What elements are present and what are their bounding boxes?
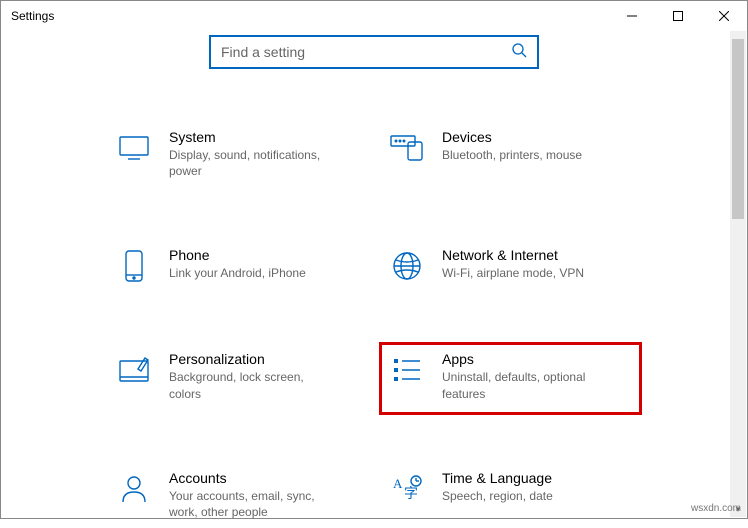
tile-title: Personalization bbox=[169, 351, 339, 367]
phone-icon bbox=[117, 249, 151, 283]
minimize-icon bbox=[627, 11, 637, 21]
tile-desc: Uninstall, defaults, optional features bbox=[442, 369, 612, 401]
tile-title: Network & Internet bbox=[442, 247, 584, 263]
maximize-icon bbox=[673, 11, 683, 21]
tile-title: Accounts bbox=[169, 470, 339, 486]
tile-devices[interactable]: Devices Bluetooth, printers, mouse bbox=[384, 125, 637, 187]
tile-title: Time & Language bbox=[442, 470, 553, 486]
accounts-icon bbox=[117, 472, 151, 506]
minimize-button[interactable] bbox=[609, 1, 655, 31]
tile-network[interactable]: Network & Internet Wi-Fi, airplane mode,… bbox=[384, 243, 637, 291]
settings-grid: System Display, sound, notifications, po… bbox=[111, 125, 637, 528]
tile-title: System bbox=[169, 129, 339, 145]
tile-desc: Bluetooth, printers, mouse bbox=[442, 147, 582, 163]
tile-apps[interactable]: Apps Uninstall, defaults, optional featu… bbox=[384, 347, 637, 409]
tile-desc: Speech, region, date bbox=[442, 488, 553, 504]
tile-system[interactable]: System Display, sound, notifications, po… bbox=[111, 125, 364, 187]
personalization-icon bbox=[117, 353, 151, 387]
watermark: wsxdn.com bbox=[691, 503, 741, 514]
close-button[interactable] bbox=[701, 1, 747, 31]
search-box[interactable] bbox=[209, 35, 539, 69]
scrollbar-thumb[interactable] bbox=[732, 39, 744, 219]
apps-icon bbox=[390, 353, 424, 387]
window-controls bbox=[609, 1, 747, 31]
tile-desc: Link your Android, iPhone bbox=[169, 265, 306, 281]
search-input[interactable] bbox=[221, 44, 511, 60]
svg-text:A: A bbox=[393, 476, 403, 491]
vertical-scrollbar[interactable]: ▾ bbox=[730, 31, 746, 517]
devices-icon bbox=[390, 131, 424, 165]
time-language-icon: A字 bbox=[390, 472, 424, 506]
tile-title: Phone bbox=[169, 247, 306, 263]
tile-personalization[interactable]: Personalization Background, lock screen,… bbox=[111, 347, 364, 409]
tile-desc: Display, sound, notifications, power bbox=[169, 147, 339, 179]
tile-title: Devices bbox=[442, 129, 582, 145]
tile-desc: Wi-Fi, airplane mode, VPN bbox=[442, 265, 584, 281]
tile-phone[interactable]: Phone Link your Android, iPhone bbox=[111, 243, 364, 291]
svg-text:字: 字 bbox=[404, 486, 418, 502]
search-icon[interactable] bbox=[511, 42, 527, 63]
tile-desc: Background, lock screen, colors bbox=[169, 369, 339, 401]
system-icon bbox=[117, 131, 151, 165]
close-icon bbox=[719, 11, 729, 21]
network-icon bbox=[390, 249, 424, 283]
tile-title: Apps bbox=[442, 351, 612, 367]
tile-desc: Your accounts, email, sync, work, other … bbox=[169, 488, 339, 520]
window-title: Settings bbox=[11, 9, 54, 23]
maximize-button[interactable] bbox=[655, 1, 701, 31]
